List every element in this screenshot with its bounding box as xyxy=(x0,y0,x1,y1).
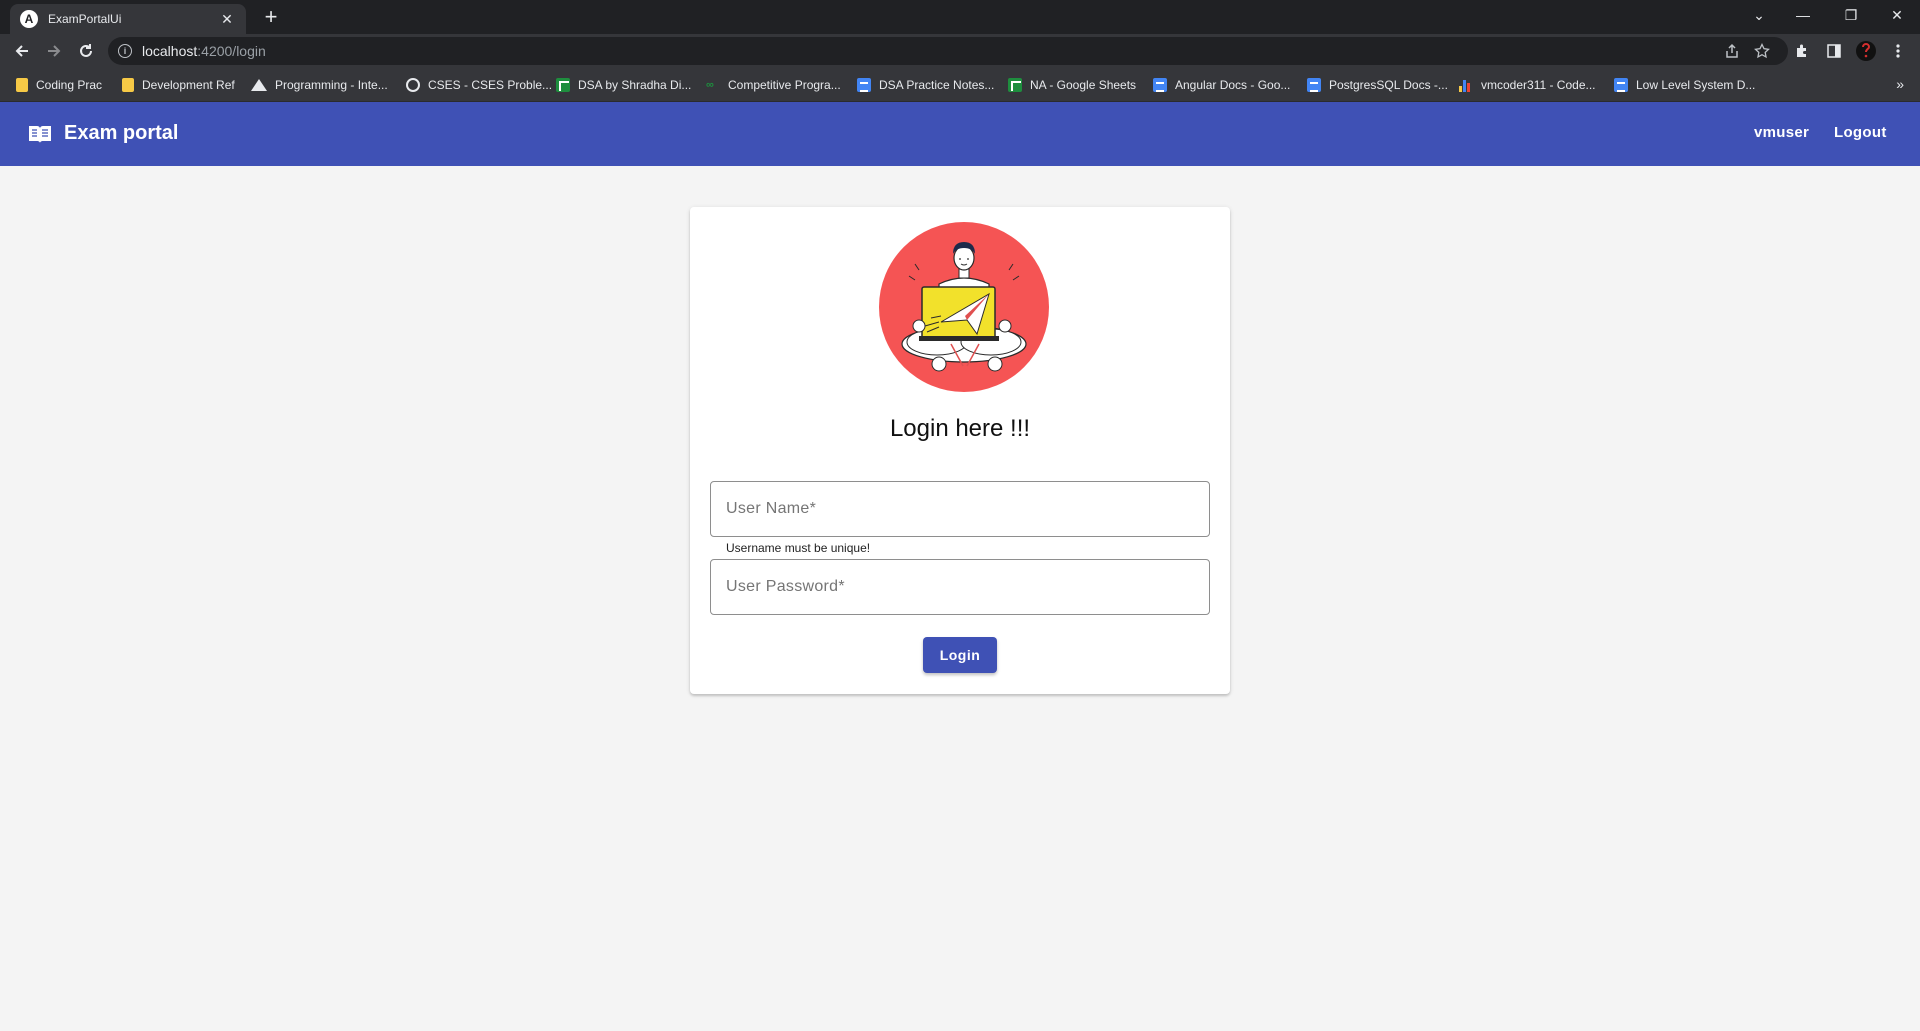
browser-tabstrip: A ExamPortalUi ✕ + ⌄ — ❐ ✕ xyxy=(0,0,1920,34)
book-icon xyxy=(29,126,51,143)
logout-link[interactable]: Logout xyxy=(1834,124,1887,141)
bookmark-item[interactable]: Programming - Inte... xyxy=(251,76,388,94)
forward-icon[interactable] xyxy=(42,39,66,63)
app-title[interactable]: Exam portal xyxy=(64,122,178,145)
bookmark-item[interactable]: DSA by Shradha Di... xyxy=(556,76,691,94)
bookmark-item[interactable]: Development Ref xyxy=(122,76,235,94)
docs-icon xyxy=(1614,78,1628,92)
triangle-icon xyxy=(251,79,267,91)
folder-icon xyxy=(122,78,134,92)
docs-icon xyxy=(857,78,871,92)
bookmark-item[interactable]: vmcoder311 - Code... xyxy=(1459,76,1596,94)
login-illustration xyxy=(879,222,1049,392)
url-text: localhost:4200/login xyxy=(142,43,266,59)
bookmark-item[interactable]: PostgresSQL Docs -... xyxy=(1307,76,1448,94)
login-button[interactable]: Login xyxy=(923,637,997,673)
new-tab-icon[interactable]: + xyxy=(258,4,284,30)
bookmark-item[interactable]: Low Level System D... xyxy=(1614,76,1755,94)
extensions-icon[interactable] xyxy=(1790,39,1814,63)
restore-icon[interactable]: ❐ xyxy=(1828,0,1874,30)
bookmark-item[interactable]: NA - Google Sheets xyxy=(1008,76,1136,94)
minimize-icon[interactable]: — xyxy=(1780,0,1826,30)
back-icon[interactable] xyxy=(10,39,34,63)
bookmark-item[interactable]: Angular Docs - Goo... xyxy=(1153,76,1290,94)
window-close-icon[interactable]: ✕ xyxy=(1874,0,1920,30)
sheets-icon xyxy=(1008,78,1022,92)
bookmark-item[interactable]: Coding Prac xyxy=(16,76,102,94)
sheets-icon xyxy=(556,78,570,92)
profile-avatar[interactable] xyxy=(1854,39,1878,63)
bookmarks-bar: Coding Prac Development Ref Programming … xyxy=(0,68,1920,102)
browser-menu-icon[interactable] xyxy=(1886,39,1910,63)
bookmarks-overflow-icon[interactable]: » xyxy=(1896,76,1904,92)
tab-close-icon[interactable]: ✕ xyxy=(218,11,236,28)
bookmark-item[interactable]: CSES - CSES Proble... xyxy=(406,76,552,94)
browser-toolbar: i localhost:4200/login xyxy=(0,34,1920,68)
reload-icon[interactable] xyxy=(74,39,98,63)
bookmark-item[interactable]: ∞ Competitive Progra... xyxy=(706,76,841,94)
user-link[interactable]: vmuser xyxy=(1754,124,1809,141)
bookmark-item[interactable]: DSA Practice Notes... xyxy=(857,76,994,94)
share-icon[interactable] xyxy=(1724,37,1740,65)
bookmark-star-icon[interactable] xyxy=(1754,37,1770,65)
side-panel-icon[interactable] xyxy=(1822,39,1846,63)
password-input[interactable] xyxy=(726,578,1186,596)
codeforces-icon: ∞ xyxy=(706,79,714,91)
password-field[interactable] xyxy=(710,559,1210,615)
username-field[interactable] xyxy=(710,481,1210,537)
folder-icon xyxy=(16,78,28,92)
app-navbar: Exam portal vmuser Logout xyxy=(0,102,1920,166)
angular-favicon-icon: A xyxy=(20,10,38,28)
globe-icon xyxy=(406,78,420,92)
tab-search-icon[interactable]: ⌄ xyxy=(1736,0,1782,30)
username-hint: Username must be unique! xyxy=(726,541,871,555)
login-heading: Login here !!! xyxy=(889,415,1031,442)
username-input[interactable] xyxy=(726,500,1186,518)
address-bar[interactable]: i localhost:4200/login xyxy=(108,37,1788,65)
browser-tab[interactable]: A ExamPortalUi ✕ xyxy=(10,4,246,34)
site-info-icon[interactable]: i xyxy=(118,44,132,58)
docs-icon xyxy=(1153,78,1167,92)
bars-icon xyxy=(1459,78,1473,92)
docs-icon xyxy=(1307,78,1321,92)
tab-title: ExamPortalUi xyxy=(48,12,122,26)
login-card: Login here !!! Username must be unique! … xyxy=(690,207,1230,694)
